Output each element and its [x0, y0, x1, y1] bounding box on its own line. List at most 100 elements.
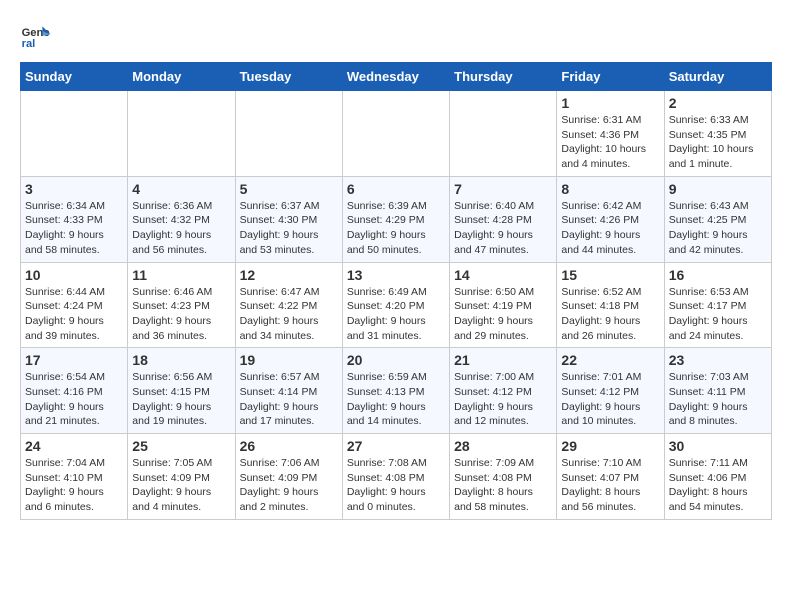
day-info: Sunrise: 6:37 AM Sunset: 4:30 PM Dayligh…	[240, 199, 338, 258]
weekday-header-row: SundayMondayTuesdayWednesdayThursdayFrid…	[21, 63, 772, 91]
calendar-cell	[235, 91, 342, 177]
calendar-cell: 24 Sunrise: 7:04 AM Sunset: 4:10 PM Dayli…	[21, 434, 128, 520]
day-number: 14	[454, 267, 552, 283]
day-number: 3	[25, 181, 123, 197]
calendar-cell: 15Sunrise: 6:52 AM Sunset: 4:18 PM Dayli…	[557, 262, 664, 348]
logo-icon: Gene ral	[20, 20, 52, 52]
day-info: Sunrise: 6:31 AM Sunset: 4:36 PM Dayligh…	[561, 113, 659, 172]
day-info: Sunrise: 7:04 AM Sunset: 4:10 PM Dayligh…	[25, 456, 123, 515]
day-number: 25	[132, 438, 230, 454]
day-info: Sunrise: 6:36 AM Sunset: 4:32 PM Dayligh…	[132, 199, 230, 258]
calendar-cell	[450, 91, 557, 177]
day-number: 4	[132, 181, 230, 197]
calendar-cell: 2 Sunrise: 6:33 AM Sunset: 4:35 PM Daylig…	[664, 91, 771, 177]
day-number: 21	[454, 352, 552, 368]
calendar-cell: 19 Sunrise: 6:57 AM Sunset: 4:14 PM Dayli…	[235, 348, 342, 434]
calendar-cell: 25 Sunrise: 7:05 AM Sunset: 4:09 PM Dayli…	[128, 434, 235, 520]
day-info: Sunrise: 7:08 AM Sunset: 4:08 PM Dayligh…	[347, 456, 445, 515]
calendar-cell: 14 Sunrise: 6:50 AM Sunset: 4:19 PM Dayli…	[450, 262, 557, 348]
day-number: 11	[132, 267, 230, 283]
logo: Gene ral	[20, 20, 56, 52]
day-info: Sunrise: 6:46 AM Sunset: 4:23 PM Dayligh…	[132, 285, 230, 344]
day-number: 26	[240, 438, 338, 454]
day-info: Sunrise: 6:54 AM Sunset: 4:16 PM Dayligh…	[25, 370, 123, 429]
calendar-cell: 20 Sunrise: 6:59 AM Sunset: 4:13 PM Dayli…	[342, 348, 449, 434]
day-info: Sunrise: 6:53 AM Sunset: 4:17 PM Dayligh…	[669, 285, 767, 344]
day-info: Sunrise: 6:57 AM Sunset: 4:14 PM Dayligh…	[240, 370, 338, 429]
calendar-week-row: 10Sunrise: 6:44 AM Sunset: 4:24 PM Dayli…	[21, 262, 772, 348]
day-info: Sunrise: 6:50 AM Sunset: 4:19 PM Dayligh…	[454, 285, 552, 344]
day-number: 22	[561, 352, 659, 368]
day-number: 19	[240, 352, 338, 368]
day-info: Sunrise: 7:00 AM Sunset: 4:12 PM Dayligh…	[454, 370, 552, 429]
calendar-cell: 5Sunrise: 6:37 AM Sunset: 4:30 PM Daylig…	[235, 176, 342, 262]
weekday-header: Wednesday	[342, 63, 449, 91]
day-info: Sunrise: 6:59 AM Sunset: 4:13 PM Dayligh…	[347, 370, 445, 429]
calendar-cell: 18Sunrise: 6:56 AM Sunset: 4:15 PM Dayli…	[128, 348, 235, 434]
day-number: 28	[454, 438, 552, 454]
day-number: 7	[454, 181, 552, 197]
calendar-cell: 28 Sunrise: 7:09 AM Sunset: 4:08 PM Dayli…	[450, 434, 557, 520]
day-number: 18	[132, 352, 230, 368]
calendar-cell: 13 Sunrise: 6:49 AM Sunset: 4:20 PM Dayli…	[342, 262, 449, 348]
day-number: 8	[561, 181, 659, 197]
day-number: 16	[669, 267, 767, 283]
day-info: Sunrise: 6:47 AM Sunset: 4:22 PM Dayligh…	[240, 285, 338, 344]
weekday-header: Sunday	[21, 63, 128, 91]
weekday-header: Thursday	[450, 63, 557, 91]
calendar-week-row: 3 Sunrise: 6:34 AM Sunset: 4:33 PM Daylig…	[21, 176, 772, 262]
calendar-cell: 27 Sunrise: 7:08 AM Sunset: 4:08 PM Dayli…	[342, 434, 449, 520]
day-number: 6	[347, 181, 445, 197]
weekday-header: Friday	[557, 63, 664, 91]
calendar-cell: 23 Sunrise: 7:03 AM Sunset: 4:11 PM Dayli…	[664, 348, 771, 434]
calendar-cell: 22 Sunrise: 7:01 AM Sunset: 4:12 PM Dayli…	[557, 348, 664, 434]
page-header: Gene ral	[20, 20, 772, 52]
day-info: Sunrise: 7:01 AM Sunset: 4:12 PM Dayligh…	[561, 370, 659, 429]
day-info: Sunrise: 7:09 AM Sunset: 4:08 PM Dayligh…	[454, 456, 552, 515]
weekday-header: Saturday	[664, 63, 771, 91]
day-info: Sunrise: 6:40 AM Sunset: 4:28 PM Dayligh…	[454, 199, 552, 258]
calendar-cell: 11 Sunrise: 6:46 AM Sunset: 4:23 PM Dayli…	[128, 262, 235, 348]
day-info: Sunrise: 7:06 AM Sunset: 4:09 PM Dayligh…	[240, 456, 338, 515]
day-number: 1	[561, 95, 659, 111]
day-info: Sunrise: 7:10 AM Sunset: 4:07 PM Dayligh…	[561, 456, 659, 515]
calendar-cell: 30 Sunrise: 7:11 AM Sunset: 4:06 PM Dayli…	[664, 434, 771, 520]
day-number: 2	[669, 95, 767, 111]
day-info: Sunrise: 6:52 AM Sunset: 4:18 PM Dayligh…	[561, 285, 659, 344]
calendar-cell: 16 Sunrise: 6:53 AM Sunset: 4:17 PM Dayli…	[664, 262, 771, 348]
day-info: Sunrise: 6:42 AM Sunset: 4:26 PM Dayligh…	[561, 199, 659, 258]
calendar-cell: 4 Sunrise: 6:36 AM Sunset: 4:32 PM Daylig…	[128, 176, 235, 262]
day-info: Sunrise: 7:11 AM Sunset: 4:06 PM Dayligh…	[669, 456, 767, 515]
svg-text:ral: ral	[22, 38, 36, 50]
calendar-cell: 6Sunrise: 6:39 AM Sunset: 4:29 PM Daylig…	[342, 176, 449, 262]
calendar-cell: 12 Sunrise: 6:47 AM Sunset: 4:22 PM Dayli…	[235, 262, 342, 348]
day-info: Sunrise: 6:44 AM Sunset: 4:24 PM Dayligh…	[25, 285, 123, 344]
day-number: 29	[561, 438, 659, 454]
calendar-cell: 10Sunrise: 6:44 AM Sunset: 4:24 PM Dayli…	[21, 262, 128, 348]
calendar-week-row: 17Sunrise: 6:54 AM Sunset: 4:16 PM Dayli…	[21, 348, 772, 434]
day-number: 24	[25, 438, 123, 454]
day-number: 13	[347, 267, 445, 283]
calendar-cell: 7 Sunrise: 6:40 AM Sunset: 4:28 PM Daylig…	[450, 176, 557, 262]
calendar-cell: 21 Sunrise: 7:00 AM Sunset: 4:12 PM Dayli…	[450, 348, 557, 434]
calendar-week-row: 24 Sunrise: 7:04 AM Sunset: 4:10 PM Dayli…	[21, 434, 772, 520]
calendar-cell	[342, 91, 449, 177]
day-info: Sunrise: 6:33 AM Sunset: 4:35 PM Dayligh…	[669, 113, 767, 172]
weekday-header: Monday	[128, 63, 235, 91]
day-number: 20	[347, 352, 445, 368]
day-info: Sunrise: 6:49 AM Sunset: 4:20 PM Dayligh…	[347, 285, 445, 344]
weekday-header: Tuesday	[235, 63, 342, 91]
day-number: 27	[347, 438, 445, 454]
calendar-cell: 26 Sunrise: 7:06 AM Sunset: 4:09 PM Dayli…	[235, 434, 342, 520]
day-info: Sunrise: 6:34 AM Sunset: 4:33 PM Dayligh…	[25, 199, 123, 258]
day-number: 30	[669, 438, 767, 454]
day-info: Sunrise: 7:03 AM Sunset: 4:11 PM Dayligh…	[669, 370, 767, 429]
calendar-table: SundayMondayTuesdayWednesdayThursdayFrid…	[20, 62, 772, 520]
day-info: Sunrise: 6:43 AM Sunset: 4:25 PM Dayligh…	[669, 199, 767, 258]
calendar-week-row: 1 Sunrise: 6:31 AM Sunset: 4:36 PM Daylig…	[21, 91, 772, 177]
calendar-cell: 29 Sunrise: 7:10 AM Sunset: 4:07 PM Dayli…	[557, 434, 664, 520]
calendar-cell: 8 Sunrise: 6:42 AM Sunset: 4:26 PM Daylig…	[557, 176, 664, 262]
day-number: 23	[669, 352, 767, 368]
day-info: Sunrise: 7:05 AM Sunset: 4:09 PM Dayligh…	[132, 456, 230, 515]
day-number: 12	[240, 267, 338, 283]
